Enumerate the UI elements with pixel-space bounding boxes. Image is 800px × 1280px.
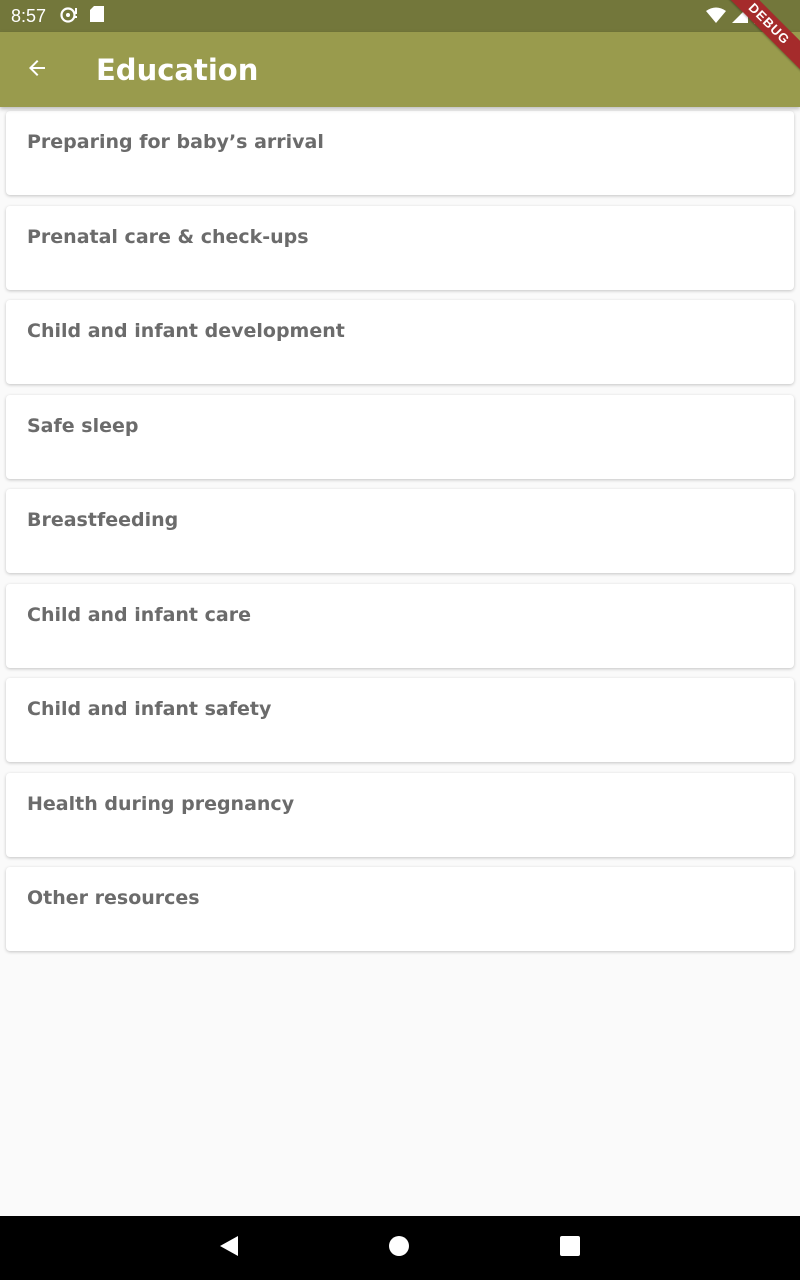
topic-card-child-safety[interactable]: Child and infant safety xyxy=(6,678,794,762)
back-button[interactable] xyxy=(17,50,57,90)
nav-back-icon xyxy=(218,1234,240,1262)
sd-card-icon xyxy=(90,6,105,26)
page-title: Education xyxy=(96,52,259,87)
topic-label: Other resources xyxy=(27,887,200,909)
topic-label: Preparing for baby’s arrival xyxy=(27,131,324,153)
status-time: 8:57 xyxy=(11,5,47,26)
system-nav-bar xyxy=(0,1216,800,1280)
app-bar: Education xyxy=(0,32,800,107)
topic-label: Child and infant safety xyxy=(27,698,272,720)
nav-home-icon xyxy=(387,1234,411,1262)
topic-label: Health during pregnancy xyxy=(27,792,295,815)
topic-label: Breastfeeding xyxy=(27,509,179,531)
sync-icon xyxy=(60,5,80,27)
status-bar: 8:57 xyxy=(0,0,800,32)
nav-recents-button[interactable] xyxy=(558,1236,582,1260)
wifi-icon xyxy=(706,7,726,27)
topic-card-breastfeeding[interactable]: Breastfeeding xyxy=(6,489,794,573)
topic-card-safe-sleep[interactable]: Safe sleep xyxy=(6,394,794,479)
topic-card-child-development[interactable]: Child and infant development xyxy=(6,300,794,384)
topic-card-preparing-for-baby[interactable]: Preparing for baby’s arrival xyxy=(6,111,794,195)
arrow-back-icon xyxy=(25,56,49,84)
topic-label: Safe sleep xyxy=(27,414,139,437)
topic-card-health-pregnancy[interactable]: Health during pregnancy xyxy=(6,772,794,857)
nav-recents-icon xyxy=(559,1235,581,1261)
topic-label: Child and infant development xyxy=(27,320,345,342)
topic-label: Prenatal care & check-ups xyxy=(27,225,309,248)
topic-card-prenatal-care[interactable]: Prenatal care & check-ups xyxy=(6,205,794,290)
topic-card-other-resources[interactable]: Other resources xyxy=(6,867,794,951)
topic-list: Preparing for baby’s arrival Prenatal ca… xyxy=(6,111,794,962)
topic-card-child-care[interactable]: Child and infant care xyxy=(6,583,794,668)
topic-label: Child and infant care xyxy=(27,603,251,626)
nav-back-button[interactable] xyxy=(217,1236,241,1260)
nav-home-button[interactable] xyxy=(387,1236,411,1260)
